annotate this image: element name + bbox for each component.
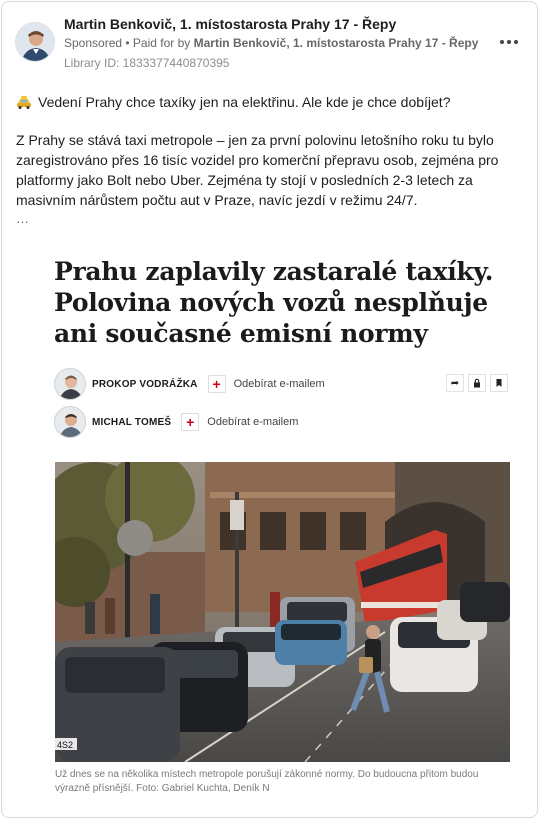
post-body: Z Prahy se stává taxi metropole – jen za… <box>16 132 499 208</box>
author-avatar[interactable] <box>15 22 55 62</box>
more-options-button[interactable] <box>496 32 522 52</box>
library-id: Library ID: 1833377440870395 <box>64 56 230 70</box>
article-screenshot[interactable]: Prahu zaplavily zastaralé taxíky. Polovi… <box>22 234 520 804</box>
lead-text: Vedení Prahy chce taxíky jen na elektřin… <box>38 94 451 110</box>
article-headline: Prahu zaplavily zastaralé taxíky. Polovi… <box>54 257 494 348</box>
post-lead: Vedení Prahy chce taxíky jen na elektřin… <box>16 92 450 112</box>
taxi-icon <box>17 96 31 109</box>
article-photo: 4S2 <box>55 462 510 762</box>
article-author-name[interactable]: MICHAL TOMEŠ <box>92 417 171 428</box>
subscribe-plus-button[interactable]: + <box>207 375 226 393</box>
share-icon[interactable]: ➦ <box>446 374 464 392</box>
paid-for-by-prefix: Paid for by <box>132 36 194 50</box>
bookmark-icon[interactable] <box>490 374 508 392</box>
sponsored-line: Sponsored • Paid for by Martin Benkovič,… <box>64 36 478 50</box>
photo-caption: Už dnes se na několika místech metropole… <box>55 769 479 794</box>
author-name[interactable]: Martin Benkovič, 1. místostarosta Prahy … <box>64 16 396 32</box>
dot-icon <box>514 40 518 44</box>
sponsored-separator: • <box>122 36 133 50</box>
dot-icon <box>500 40 504 44</box>
license-plate: 4S2 <box>57 740 73 750</box>
article-author-row: MICHAL TOMEŠ + Odebírat e-mailem <box>54 406 298 438</box>
article-toolbar: ➦ <box>446 374 508 392</box>
subscribe-plus-button[interactable]: + <box>181 413 200 431</box>
article-author-name[interactable]: PROKOP VODRÁŽKA <box>92 379 198 390</box>
author-photo <box>54 368 86 400</box>
article-author-row: PROKOP VODRÁŽKA + Odebírat e-mailem <box>54 368 325 400</box>
see-more-ellipsis[interactable]: … <box>16 211 29 226</box>
sponsored-post-card: Martin Benkovič, 1. místostarosta Prahy … <box>1 1 538 818</box>
author-photo <box>54 406 86 438</box>
subscribe-email-link[interactable]: Odebírat e-mailem <box>207 416 298 428</box>
sponsored-label: Sponsored <box>64 36 123 50</box>
subscribe-email-link[interactable]: Odebírat e-mailem <box>234 378 325 390</box>
lock-icon[interactable] <box>468 374 486 392</box>
paid-for-by-name[interactable]: Martin Benkovič, 1. místostarosta Prahy … <box>194 36 479 50</box>
dot-icon <box>507 40 511 44</box>
